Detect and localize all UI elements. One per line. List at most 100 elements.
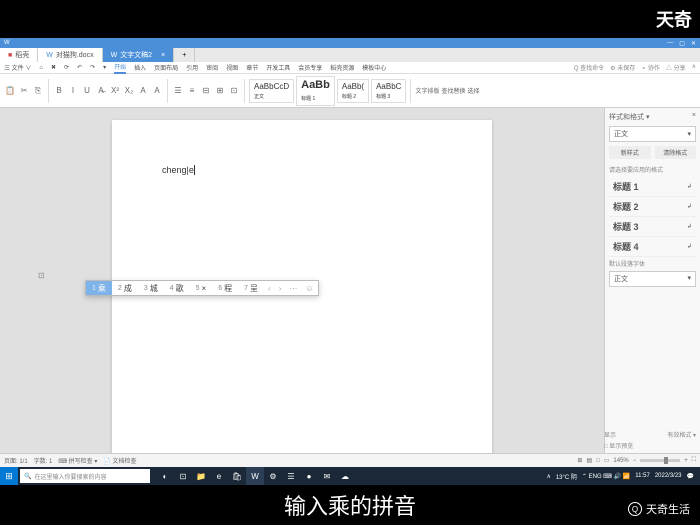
menu-review[interactable]: 审阅: [206, 63, 218, 72]
menu-res[interactable]: 稻壳资源: [330, 63, 354, 72]
style-h2[interactable]: AaBb(标题 2: [337, 79, 369, 103]
doc-check[interactable]: 📄 文档检查: [103, 456, 136, 465]
notifications-icon[interactable]: 💬: [687, 473, 694, 480]
view-read-icon[interactable]: □: [596, 458, 600, 464]
current-style-display[interactable]: 正文▾: [609, 126, 696, 142]
explorer-icon[interactable]: 📁: [192, 467, 210, 485]
fullscreen-icon[interactable]: ⛶: [692, 457, 696, 464]
panel-close-icon[interactable]: ×: [692, 112, 696, 122]
app-icon[interactable]: ●: [300, 467, 318, 485]
indent-button[interactable]: ⊡: [228, 81, 240, 101]
cut-button[interactable]: ✂: [18, 81, 30, 101]
tray-expand-icon[interactable]: ∧: [546, 473, 550, 480]
list-button[interactable]: ⊟: [200, 81, 212, 101]
settings-icon[interactable]: ⚙: [264, 467, 282, 485]
spellcheck-status[interactable]: ⌨ 拼写检查 ▾: [58, 456, 97, 465]
tab-close-icon[interactable]: ×: [161, 52, 165, 59]
menu-layout[interactable]: 页面布局: [154, 63, 178, 72]
tray-icons[interactable]: ⌃ ENG ⌨ 🔊 📶: [582, 473, 630, 480]
app-icon[interactable]: ☰: [282, 467, 300, 485]
fontcolor-button[interactable]: A: [137, 81, 149, 101]
menu-chapter[interactable]: 章节: [246, 63, 258, 72]
clock-time[interactable]: 11:57: [635, 473, 650, 479]
menu-tmpl[interactable]: 模板中心: [362, 63, 386, 72]
show-select[interactable]: 有效格式 ▾: [667, 430, 696, 439]
italic-button[interactable]: I: [67, 81, 79, 101]
text-layout-button[interactable]: 文字排版: [415, 81, 439, 101]
ime-next-icon[interactable]: ›: [275, 281, 286, 295]
clock-date[interactable]: 2022/3/23: [655, 473, 682, 479]
find-replace-button[interactable]: 查找替换: [441, 81, 465, 101]
ime-more-icon[interactable]: ⋯: [285, 281, 301, 295]
menu-btn[interactable]: ✖: [51, 64, 56, 71]
copy-button[interactable]: ⎘: [32, 81, 44, 101]
ime-candidate-4[interactable]: 4歌: [164, 281, 190, 295]
wps-icon[interactable]: W: [246, 467, 264, 485]
ime-candidate-2[interactable]: 2成: [112, 281, 138, 295]
menu-drop[interactable]: ▾: [103, 64, 106, 71]
ime-candidate-bar[interactable]: 1乘 2成 3城 4歌 5× 6程 7呈 ‹ › ⋯ ☺: [85, 280, 319, 296]
close-icon[interactable]: ✕: [691, 40, 696, 47]
style-h1[interactable]: AaBb标题 1: [296, 76, 335, 106]
align-button[interactable]: ≡: [186, 81, 198, 101]
menu-undo[interactable]: ↶: [77, 64, 82, 71]
underline-button[interactable]: U: [81, 81, 93, 101]
menu-collapse-icon[interactable]: ∧: [692, 63, 696, 72]
ime-prev-icon[interactable]: ‹: [264, 281, 275, 295]
list-button[interactable]: ⊞: [214, 81, 226, 101]
menu-redo[interactable]: ↷: [90, 64, 95, 71]
view-print-icon[interactable]: ⊞: [577, 457, 582, 464]
menu-file[interactable]: 三 文件 ∨: [4, 63, 31, 72]
style-normal[interactable]: AaBbCcD正文: [249, 79, 294, 103]
menu-unsaved[interactable]: ⚙ 未保存: [610, 63, 635, 72]
store-icon[interactable]: 🛍: [228, 467, 246, 485]
menu-search[interactable]: Q 查找命令: [574, 63, 604, 72]
ime-candidate-5[interactable]: 5×: [190, 281, 213, 295]
document-canvas[interactable]: ⊡ cheng|e 1乘 2成 3城 4歌 5× 6程 7呈 ‹ › ⋯ ☺: [0, 108, 604, 453]
style-item-h3[interactable]: 标题 3↲: [609, 217, 696, 237]
style-item-h1[interactable]: 标题 1↲: [609, 177, 696, 197]
style-gallery[interactable]: AaBbCcD正文 AaBb标题 1 AaBb(标题 2 AaBbC标题 3: [249, 76, 406, 106]
ime-emoji-icon[interactable]: ☺: [301, 281, 317, 295]
cloud-icon[interactable]: ☁: [336, 467, 354, 485]
preview-checkbox[interactable]: □ 显示预览: [604, 441, 633, 450]
align-button[interactable]: ☰: [172, 81, 184, 101]
tab-add[interactable]: +: [174, 48, 195, 62]
style-h3[interactable]: AaBbC标题 3: [371, 79, 406, 103]
menu-start[interactable]: 开始: [114, 62, 126, 74]
ime-candidate-3[interactable]: 3城: [138, 281, 164, 295]
menu-btn[interactable]: ⟳: [64, 64, 69, 71]
zoom-in-icon[interactable]: +: [684, 458, 688, 464]
page-count[interactable]: 页面: 1/1: [4, 456, 28, 465]
preset-style-input[interactable]: 正文▾: [609, 271, 696, 287]
menu-dev[interactable]: 开发工具: [266, 63, 290, 72]
style-item-h2[interactable]: 标题 2↲: [609, 197, 696, 217]
mail-icon[interactable]: ✉: [318, 467, 336, 485]
bold-button[interactable]: B: [53, 81, 65, 101]
tab-doc1[interactable]: W对猫狗.docx: [38, 48, 102, 62]
ime-candidate-6[interactable]: 6程: [212, 281, 238, 295]
word-count[interactable]: 字数: 1: [34, 456, 53, 465]
menu-view[interactable]: 视图: [226, 63, 238, 72]
style-item-h4[interactable]: 标题 4↲: [609, 237, 696, 257]
ime-candidate-1[interactable]: 1乘: [86, 281, 112, 295]
superscript-button[interactable]: X²: [109, 81, 121, 101]
taskbar-search[interactable]: 🔍 在这里输入你要搜索的内容: [20, 469, 150, 483]
menu-ref[interactable]: 引用: [186, 63, 198, 72]
tab-daoke[interactable]: ■稻壳: [0, 48, 38, 62]
menu-home-icon[interactable]: ⌂: [39, 65, 43, 71]
paste-button[interactable]: 📋: [4, 81, 16, 101]
select-button[interactable]: 选择: [467, 81, 479, 101]
menu-share[interactable]: △ 分享: [666, 63, 686, 72]
maximize-icon[interactable]: ▢: [679, 40, 685, 47]
menu-insert[interactable]: 插入: [134, 63, 146, 72]
highlight-button[interactable]: A: [151, 81, 163, 101]
new-style-button[interactable]: 新样式: [609, 146, 651, 159]
clear-format-button[interactable]: 清除格式: [655, 146, 697, 159]
weather-widget[interactable]: 13°C 阴: [556, 472, 577, 481]
cortana-icon[interactable]: ◐: [156, 467, 174, 485]
menu-collab[interactable]: ⚬ 协作: [641, 63, 660, 72]
edge-icon[interactable]: e: [210, 467, 228, 485]
view-web-icon[interactable]: ▭: [604, 457, 610, 464]
tab-doc2-active[interactable]: W文字文稿2×: [103, 48, 175, 62]
